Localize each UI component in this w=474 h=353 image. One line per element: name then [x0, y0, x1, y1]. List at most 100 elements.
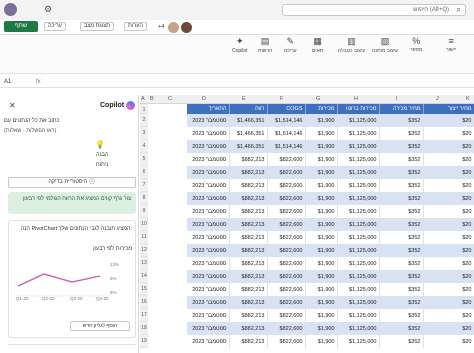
- avatar[interactable]: [168, 22, 179, 33]
- row-number[interactable]: 9: [140, 205, 148, 218]
- table-cell[interactable]: $1,514,146: [267, 114, 306, 127]
- row-number[interactable]: 18: [140, 322, 148, 335]
- table-cell[interactable]: $20: [423, 140, 474, 153]
- table-cell[interactable]: $352: [379, 218, 424, 231]
- ribbon-group-conditional[interactable]: ▧ עיצוב מותנה: [372, 36, 398, 54]
- col-letter[interactable]: K: [466, 96, 470, 102]
- table-cell[interactable]: $1,900: [305, 296, 338, 309]
- table-cell[interactable]: $352: [379, 309, 424, 322]
- table-cell[interactable]: $1,125,000: [337, 270, 380, 283]
- table-cell[interactable]: $822,600: [267, 296, 306, 309]
- table-cell[interactable]: $352: [379, 244, 424, 257]
- table-cell[interactable]: $1,900: [305, 140, 338, 153]
- table-cell[interactable]: $352: [379, 114, 424, 127]
- close-icon[interactable]: ✕: [9, 101, 16, 110]
- table-cell[interactable]: $352: [379, 335, 424, 348]
- table-cell[interactable]: $882,213: [229, 218, 268, 231]
- table-cell[interactable]: $882,213: [229, 179, 268, 192]
- table-cell[interactable]: $1,125,000: [337, 244, 380, 257]
- table-cell[interactable]: $20: [423, 296, 474, 309]
- table-cell[interactable]: $20: [423, 218, 474, 231]
- table-cell[interactable]: $822,600: [267, 257, 306, 270]
- copilot-option[interactable]: הבנה: [96, 152, 108, 158]
- table-cell[interactable]: ספטמבר 2023: [187, 322, 230, 335]
- table-cell[interactable]: $352: [379, 231, 424, 244]
- table-cell[interactable]: $822,600: [267, 244, 306, 257]
- table-cell[interactable]: $822,600: [267, 166, 306, 179]
- table-cell[interactable]: $1,466,351: [229, 114, 268, 127]
- col-letter[interactable]: A: [141, 96, 145, 102]
- table-cell[interactable]: ספטמבר 2023: [187, 218, 230, 231]
- add-to-new-sheet-button[interactable]: הוסף לגליון חדש: [70, 321, 130, 331]
- table-cell[interactable]: $1,125,000: [337, 127, 380, 140]
- table-cell[interactable]: $882,213: [229, 231, 268, 244]
- table-cell[interactable]: ספטמבר 2023: [187, 335, 230, 348]
- table-cell[interactable]: $20: [423, 166, 474, 179]
- column-header[interactable]: רווח: [229, 104, 268, 114]
- table-cell[interactable]: $822,600: [267, 192, 306, 205]
- table-cell[interactable]: $822,600: [267, 335, 306, 348]
- table-cell[interactable]: $882,213: [229, 270, 268, 283]
- table-cell[interactable]: $352: [379, 296, 424, 309]
- col-letter[interactable]: C: [168, 96, 172, 102]
- table-cell[interactable]: ספטמבר 2023: [187, 205, 230, 218]
- table-cell[interactable]: ספטמבר 2023: [187, 153, 230, 166]
- table-cell[interactable]: $20: [423, 244, 474, 257]
- table-cell[interactable]: $1,900: [305, 192, 338, 205]
- row-number[interactable]: 2: [140, 114, 148, 127]
- table-cell[interactable]: $20: [423, 153, 474, 166]
- table-cell[interactable]: $1,900: [305, 322, 338, 335]
- table-cell[interactable]: $352: [379, 270, 424, 283]
- table-cell[interactable]: $1,900: [305, 218, 338, 231]
- table-cell[interactable]: $1,125,000: [337, 114, 380, 127]
- row-number[interactable]: 15: [140, 283, 148, 296]
- ribbon-group-table-format[interactable]: ▥ עיצוב כטבלה: [338, 36, 365, 54]
- ribbon-group-sensitivity[interactable]: ▤ רגישות: [258, 36, 272, 54]
- row-number[interactable]: 16: [140, 296, 148, 309]
- table-cell[interactable]: $822,600: [267, 322, 306, 335]
- table-cell[interactable]: $1,900: [305, 179, 338, 192]
- table-cell[interactable]: $882,213: [229, 309, 268, 322]
- table-cell[interactable]: $822,600: [267, 205, 306, 218]
- table-cell[interactable]: $352: [379, 283, 424, 296]
- table-cell[interactable]: $1,125,000: [337, 153, 380, 166]
- table-cell[interactable]: $1,125,000: [337, 283, 380, 296]
- table-cell[interactable]: $20: [423, 231, 474, 244]
- row-number[interactable]: 4: [140, 140, 148, 153]
- column-header[interactable]: מחיר מכירה: [379, 104, 424, 114]
- table-cell[interactable]: $822,600: [267, 153, 306, 166]
- table-cell[interactable]: $1,125,000: [337, 192, 380, 205]
- table-cell[interactable]: $882,213: [229, 166, 268, 179]
- table-cell[interactable]: $20: [423, 335, 474, 348]
- table-cell[interactable]: $822,600: [267, 309, 306, 322]
- table-cell[interactable]: $1,125,000: [337, 257, 380, 270]
- table-cell[interactable]: $1,900: [305, 153, 338, 166]
- table-cell[interactable]: $822,600: [267, 218, 306, 231]
- table-cell[interactable]: $1,514,146: [267, 140, 306, 153]
- table-cell[interactable]: $352: [379, 140, 424, 153]
- table-cell[interactable]: $1,466,351: [229, 140, 268, 153]
- col-letter[interactable]: G: [316, 96, 320, 102]
- collaborators-count[interactable]: +4: [158, 24, 164, 30]
- avatar[interactable]: [181, 22, 192, 33]
- table-cell[interactable]: $1,125,000: [337, 140, 380, 153]
- empty-columns[interactable]: [148, 104, 187, 353]
- column-header[interactable]: התאריך: [187, 104, 230, 114]
- table-cell[interactable]: $822,600: [267, 179, 306, 192]
- gear-icon[interactable]: ⚙: [44, 4, 52, 15]
- table-cell[interactable]: $20: [423, 283, 474, 296]
- table-cell[interactable]: ספטמבר 2023: [187, 127, 230, 140]
- table-cell[interactable]: ספטמבר 2023: [187, 257, 230, 270]
- fx-icon[interactable]: fx: [36, 79, 41, 85]
- table-cell[interactable]: $1,900: [305, 166, 338, 179]
- table-cell[interactable]: $352: [379, 322, 424, 335]
- table-cell[interactable]: ספטמבר 2023: [187, 140, 230, 153]
- table-cell[interactable]: $882,213: [229, 296, 268, 309]
- col-letter[interactable]: F: [280, 96, 283, 102]
- table-cell[interactable]: $1,125,000: [337, 322, 380, 335]
- table-cell[interactable]: $1,125,000: [337, 231, 380, 244]
- table-cell[interactable]: $822,600: [267, 270, 306, 283]
- editing-button[interactable]: עריכה: [44, 22, 66, 31]
- table-cell[interactable]: $1,900: [305, 127, 338, 140]
- table-cell[interactable]: $1,900: [305, 114, 338, 127]
